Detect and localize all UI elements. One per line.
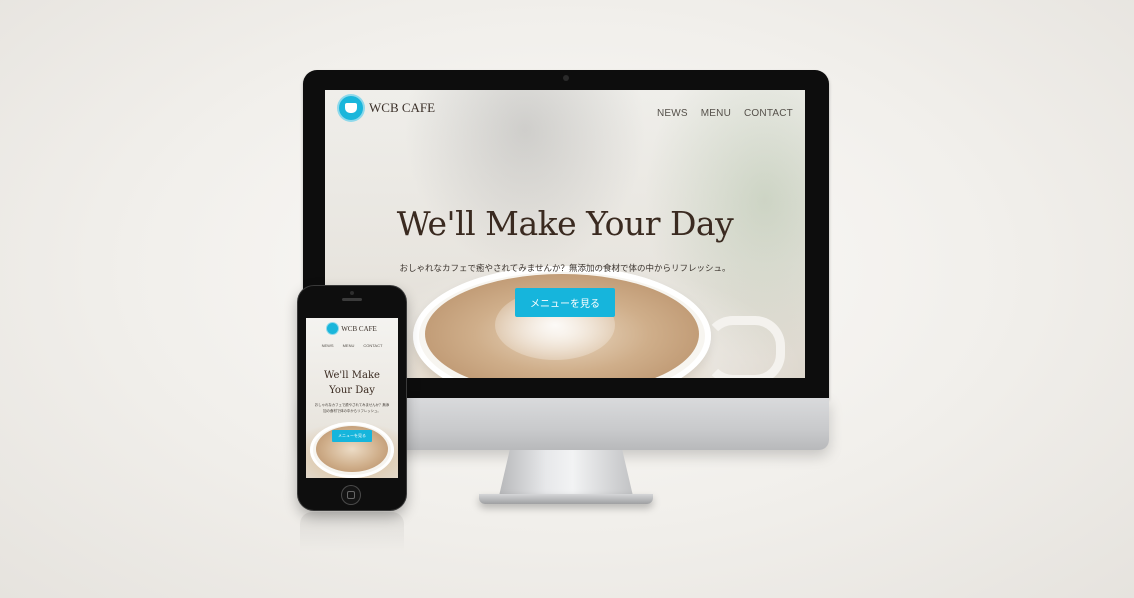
home-button[interactable] <box>341 485 361 505</box>
nav-contact[interactable]: CONTACT <box>744 108 793 119</box>
brand-name: WCB CAFE <box>369 100 436 115</box>
view-menu-button[interactable]: メニューを見る <box>515 288 615 317</box>
nav-news[interactable]: NEWS <box>657 108 688 119</box>
cup-handle-image <box>703 316 785 378</box>
site-nav: NEWS MENU CONTACT <box>657 108 793 119</box>
monitor-foot <box>479 494 653 504</box>
camera-icon <box>563 75 569 81</box>
hero-title: We'll Make Your Day <box>396 204 734 243</box>
mobile-hero-title: We'll Make Your Day <box>324 370 380 396</box>
mobile-website: WCB CAFE NEWS MENU CONTACT We'll Make Yo… <box>306 318 398 478</box>
mobile-site-logo[interactable]: WCB CAFE <box>306 323 398 334</box>
mobile-brand-name: WCB CAFE <box>341 324 377 333</box>
mobile-nav-menu[interactable]: MENU <box>343 343 355 348</box>
mobile-view-menu-button[interactable]: メニューを見る <box>332 430 372 442</box>
mobile-nav: NEWS MENU CONTACT <box>306 343 398 348</box>
cafe-logo-icon <box>327 323 339 334</box>
phone-reflection <box>300 512 404 552</box>
mobile-mockup: WCB CAFE NEWS MENU CONTACT We'll Make Yo… <box>298 286 406 510</box>
mobile-hero-subtitle: おしゃれなカフェで癒やされてみませんか？無添加の食材で体の中からリフレッシュ。 <box>314 403 390 413</box>
mobile-nav-news[interactable]: NEWS <box>322 343 334 348</box>
cafe-logo-icon <box>339 96 363 120</box>
site-logo[interactable]: WCB CAFE <box>339 96 435 120</box>
speaker-grille <box>342 298 362 301</box>
monitor-stand <box>499 450 633 496</box>
front-camera-icon <box>350 291 354 295</box>
hero-subtitle: おしゃれなカフェで癒やされてみませんか？無添加の食材で体の中からリフレッシュ。 <box>399 264 731 274</box>
mobile-nav-contact[interactable]: CONTACT <box>363 343 382 348</box>
nav-menu[interactable]: MENU <box>701 108 731 119</box>
